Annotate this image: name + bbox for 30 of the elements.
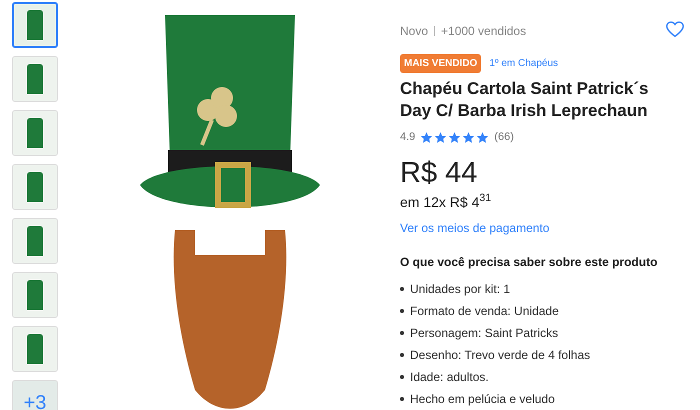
bullet-icon <box>400 374 404 378</box>
feature-item: Unidades por kit: 1 <box>410 280 510 296</box>
feature-item: Hecho em pelúcia e veludo <box>410 390 555 406</box>
product-thumbnail[interactable] <box>12 2 58 48</box>
ranking-link[interactable]: 1º em Chapéus <box>489 56 558 71</box>
star-icon <box>448 130 462 144</box>
feature-item: Idade: adultos. <box>410 368 489 384</box>
bullet-icon <box>400 308 404 312</box>
more-photos-button[interactable]: +3 <box>12 380 58 410</box>
star-icon <box>476 130 490 144</box>
price: R$ 44 <box>400 156 478 190</box>
bullet-icon <box>400 330 404 334</box>
features-heading: O que você precisa saber sobre este produto <box>400 254 658 270</box>
bullet-icon <box>400 352 404 356</box>
rating-value: 4.9 <box>400 130 416 145</box>
payment-methods-link[interactable]: Ver os meios de pagamento <box>400 218 550 236</box>
feature-item: Formato de venda: Unidade <box>410 302 559 318</box>
bullet-icon <box>400 396 404 400</box>
review-count: (66) <box>494 130 514 145</box>
feature-item: Desenho: Trevo verde de 4 folhas <box>410 346 590 362</box>
star-icon <box>434 130 448 144</box>
condition-label: Novo <box>400 23 428 40</box>
installments: em 12x R$ 4$^{31}$ <box>400 192 492 212</box>
star-icon <box>420 130 434 144</box>
product-title: Chapéu Cartola Saint Patrick´s Day C/ Barba Irish Leprechaun <box>400 78 650 122</box>
sold-count: +1000 vendidos <box>441 23 526 40</box>
feature-item: Personagem: Saint Patricks <box>410 324 558 340</box>
bullet-icon <box>400 286 404 290</box>
best-seller-badge: MAIS VENDIDO <box>400 54 482 73</box>
star-icon <box>462 130 476 144</box>
